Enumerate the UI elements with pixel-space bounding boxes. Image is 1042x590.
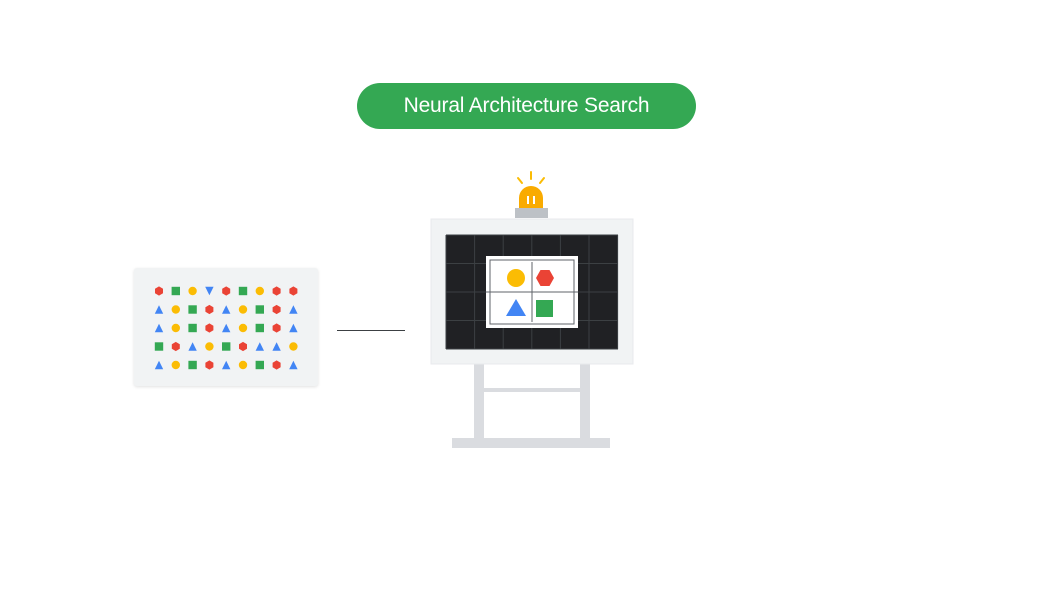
dataset-shape-hexagon-red: [289, 286, 298, 296]
dataset-shapes: [154, 286, 298, 370]
dataset-shape-square-green: [188, 360, 197, 370]
dataset-shape-hexagon-red: [239, 341, 247, 352]
board-shape-circle-yellow: [507, 269, 525, 287]
dataset-shape-hexagon-red: [222, 286, 231, 296]
dataset-shape-square-green: [154, 342, 164, 351]
dataset-shape-square-green: [188, 323, 197, 333]
dataset-shape-triangle-blue: [289, 360, 298, 370]
dataset-shape-square-green: [222, 342, 231, 351]
dataset-shape-hexagon-red: [205, 360, 214, 370]
dataset-shape-circle-yellow: [238, 360, 248, 370]
dataset-shape-square-green: [188, 305, 197, 314]
dataset-card: [134, 268, 318, 386]
dataset-shape-hexagon-red: [272, 286, 281, 296]
dataset-shape-triangle-blue: [255, 342, 264, 351]
dataset-shape-triangle-blue: [222, 305, 231, 314]
dataset-shape-square-green: [255, 305, 264, 314]
dataset-shape-triangle-down-blue: [205, 286, 214, 296]
easel-board-icon: [430, 218, 634, 448]
dataset-shape-hexagon-red: [171, 341, 180, 352]
dataset-shape-circle-yellow: [171, 323, 180, 333]
dataset-shape-hexagon-red: [205, 304, 214, 315]
dataset-shape-circle-yellow: [289, 342, 298, 351]
dataset-shape-triangle-blue: [154, 360, 164, 370]
dataset-shape-triangle-blue: [222, 323, 231, 333]
easel-right-leg: [580, 364, 590, 442]
title-pill: Neural Architecture Search: [357, 83, 696, 129]
dataset-shape-hexagon-red: [272, 323, 281, 333]
easel-crossbar: [484, 388, 580, 392]
dataset-shape-square-green: [255, 323, 264, 333]
dataset-shape-hexagon-red: [155, 286, 163, 296]
board-shape-square-green: [536, 300, 553, 317]
dataset-shape-circle-yellow: [205, 342, 214, 351]
easel-base: [452, 438, 610, 448]
dataset-shape-circle-yellow: [238, 305, 248, 314]
dataset-shape-circle-yellow: [171, 305, 180, 314]
connector-line: [337, 330, 405, 331]
dataset-shape-triangle-blue: [154, 305, 164, 314]
dataset-shape-square-green: [171, 286, 180, 296]
easel-left-leg: [474, 364, 484, 442]
dataset-shape-triangle-blue: [289, 323, 298, 333]
dataset-shape-hexagon-red: [272, 304, 281, 315]
dataset-shape-circle-yellow: [238, 323, 248, 333]
dataset-shape-triangle-blue: [272, 342, 281, 351]
dataset-shape-triangle-blue: [188, 342, 197, 351]
dataset-shape-hexagon-red: [272, 360, 281, 370]
dataset-shape-square-green: [238, 286, 248, 296]
dataset-shape-hexagon-red: [205, 323, 214, 333]
dataset-shape-circle-yellow: [171, 360, 180, 370]
alarm-light-icon: [515, 171, 548, 218]
dataset-shape-triangle-blue: [222, 360, 231, 370]
dataset-shape-circle-yellow: [188, 286, 197, 296]
diagram-canvas: Neural Architecture Search: [0, 0, 1042, 590]
dataset-shape-square-green: [255, 360, 264, 370]
dataset-shape-triangle-blue: [289, 305, 298, 314]
dataset-shape-circle-yellow: [255, 286, 264, 296]
dataset-shape-triangle-blue: [154, 323, 164, 333]
